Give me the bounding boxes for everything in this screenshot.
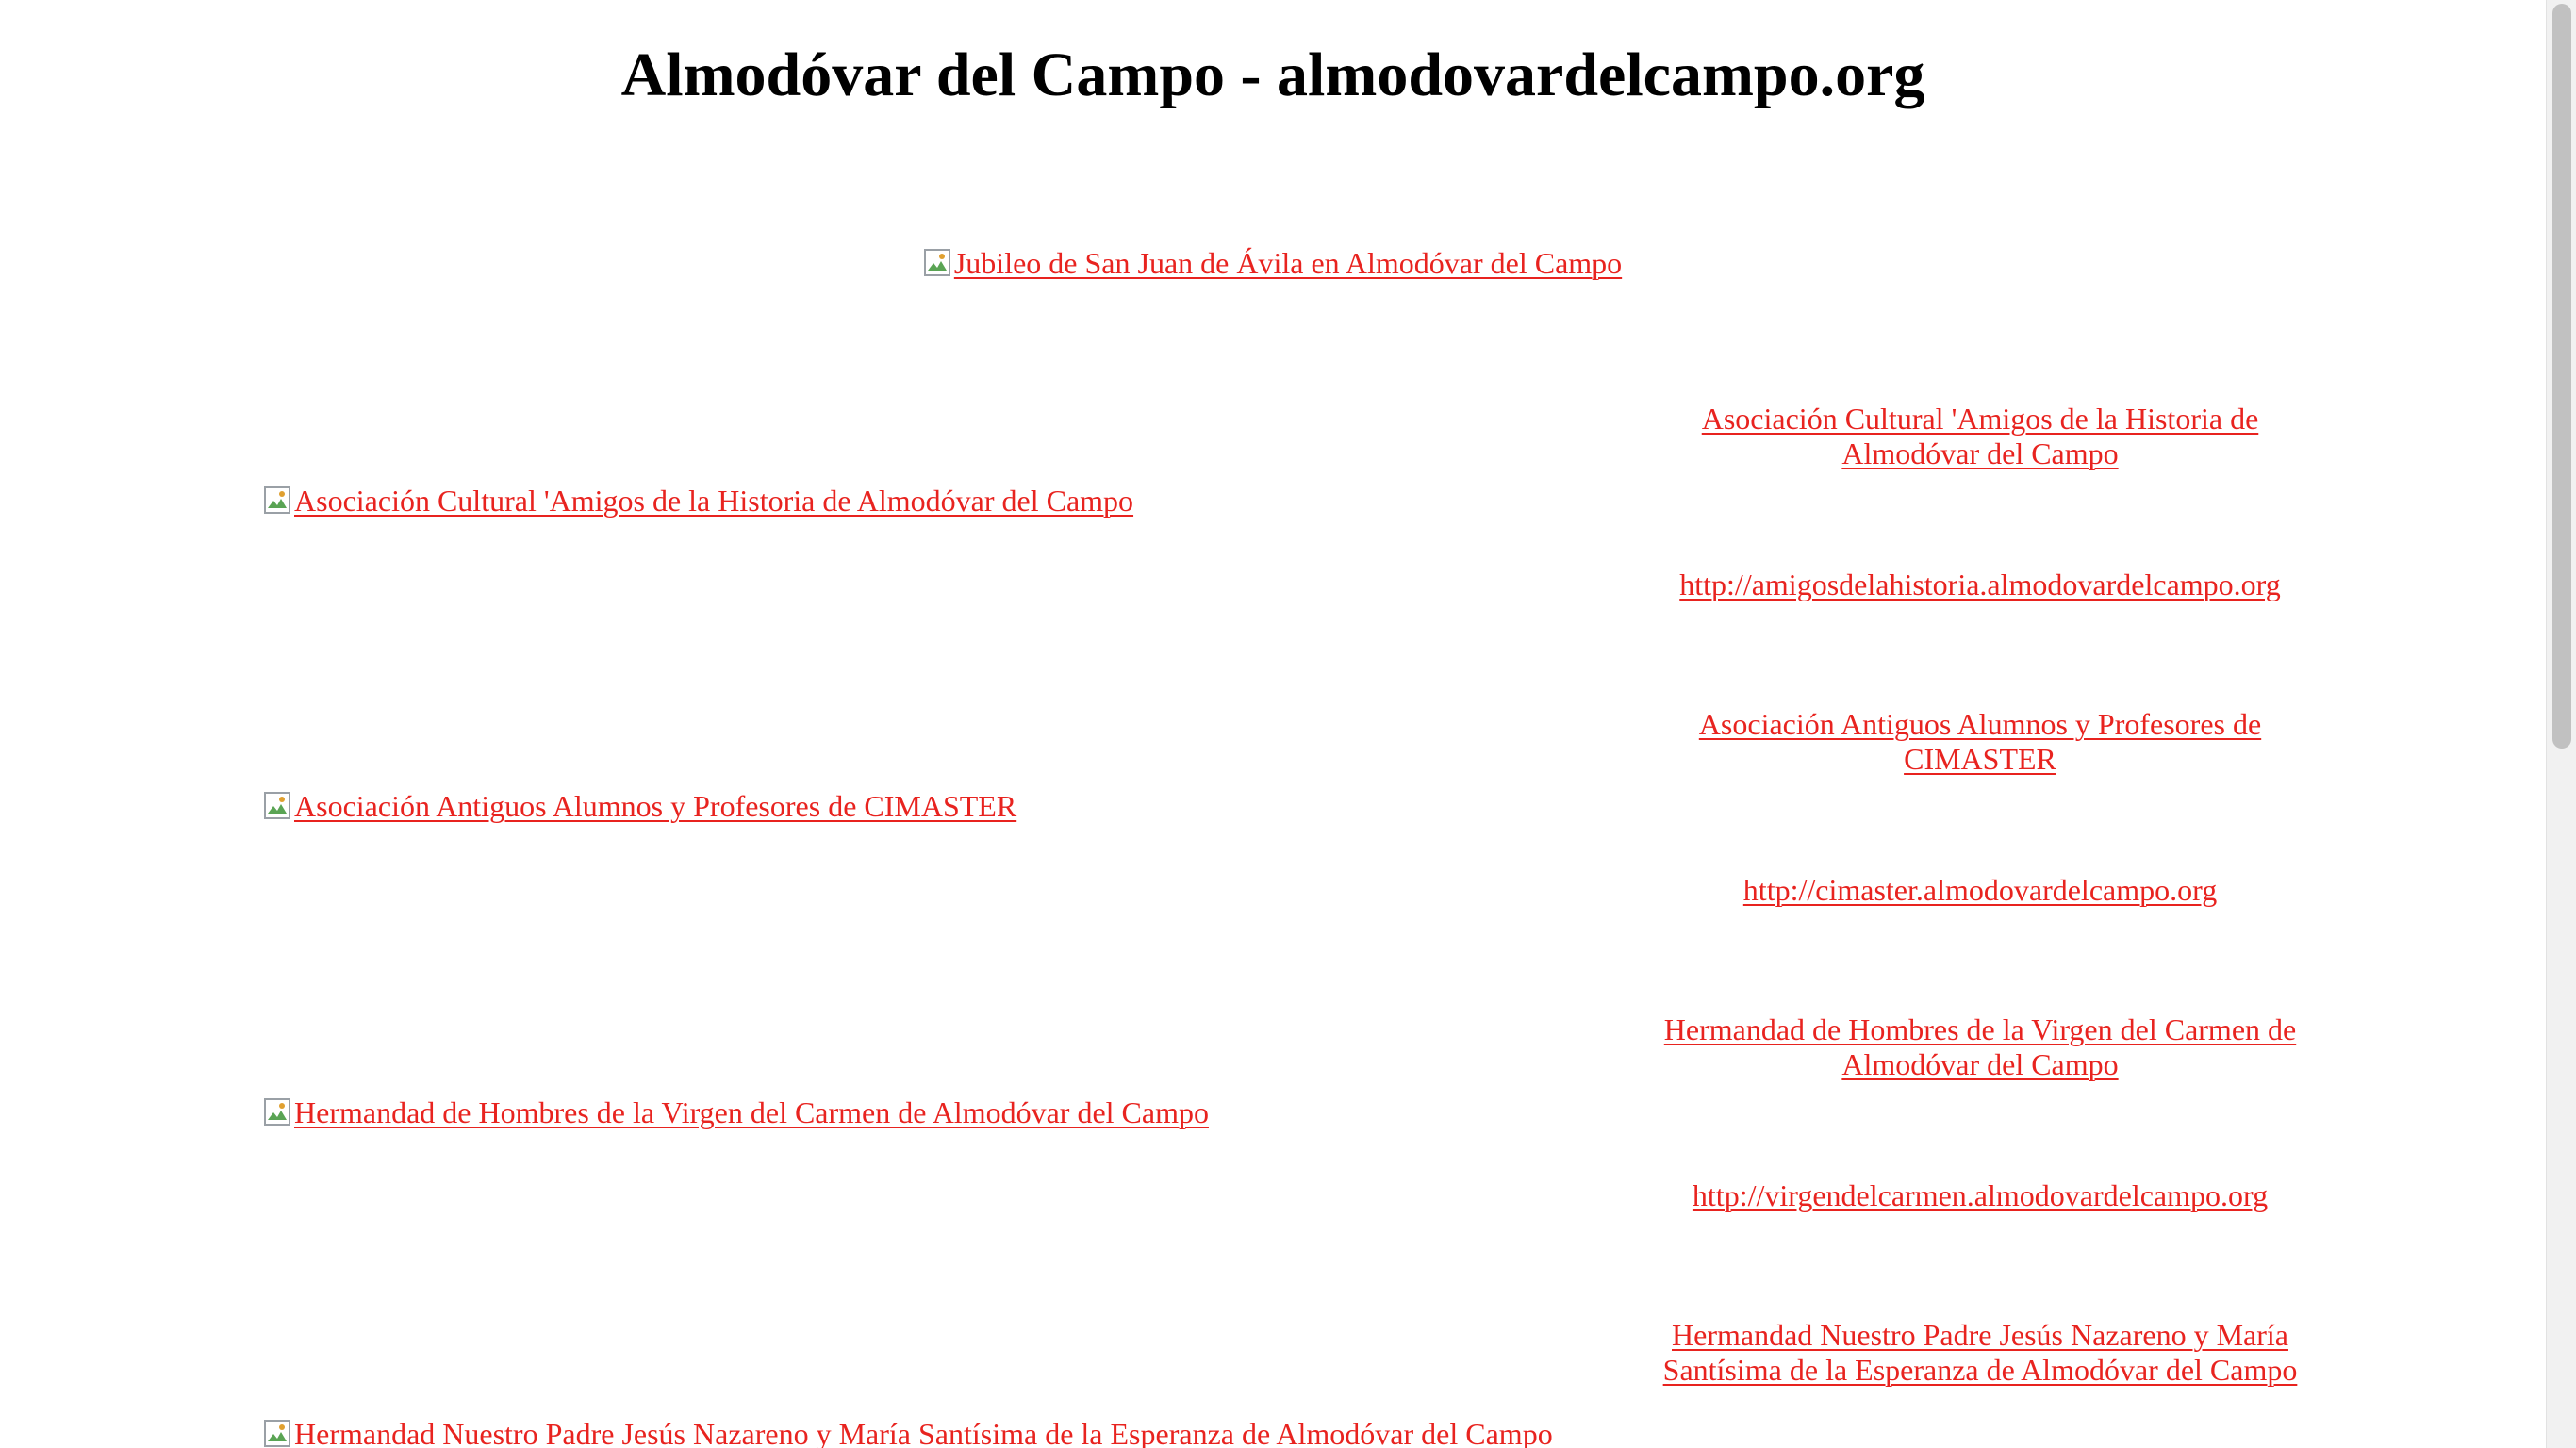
vertical-scrollbar[interactable] bbox=[2546, 0, 2576, 1448]
entry-image-link-cimaster[interactable]: Asociación Antiguos Alumnos y Profesores… bbox=[264, 789, 1016, 823]
entry-title: Hermandad Nuestro Padre Jesús Nazareno y… bbox=[1660, 1318, 2301, 1388]
entry-url: http://amigosdelahistoria.almodovardelca… bbox=[1603, 566, 2357, 603]
entry-title-link-jesus-nazareno[interactable]: Hermandad Nuestro Padre Jesús Nazareno y… bbox=[1663, 1318, 2298, 1387]
broken-image-icon bbox=[923, 249, 952, 277]
page-title: Almodóvar del Campo - almodovardelcampo.… bbox=[620, 41, 1925, 109]
entry-image-link-jesus-nazareno[interactable]: Hermandad Nuestro Padre Jesús Nazareno y… bbox=[264, 1417, 1553, 1448]
entry-url-link-virgen-carmen[interactable]: http://virgendelcarmen.almodovardelcampo… bbox=[1693, 1178, 2268, 1212]
entry-url: http://virgendelcarmen.almodovardelcampo… bbox=[1603, 1176, 2357, 1214]
broken-image-icon bbox=[264, 1420, 292, 1448]
banner-link[interactable]: Jubileo de San Juan de Ávila en Almodóva… bbox=[923, 246, 1623, 280]
entry-url-link-cimaster[interactable]: http://cimaster.almodovardelcampo.org bbox=[1743, 873, 2217, 907]
banner-alt-text: Jubileo de San Juan de Ávila en Almodóva… bbox=[953, 246, 1623, 280]
banner: Jubileo de San Juan de Ávila en Almodóva… bbox=[0, 239, 2546, 287]
page: Almodóvar del Campo - almodovardelcampo.… bbox=[0, 0, 2546, 1448]
entry-title: Asociación Cultural 'Amigos de la Histor… bbox=[1660, 402, 2301, 471]
broken-image-icon bbox=[264, 486, 292, 515]
entry-title-link-virgen-carmen[interactable]: Hermandad de Hombres de la Virgen del Ca… bbox=[1664, 1012, 2296, 1081]
entry-image-link-virgen-carmen[interactable]: Hermandad de Hombres de la Virgen del Ca… bbox=[264, 1095, 1209, 1129]
entry-title: Asociación Antiguos Alumnos y Profesores… bbox=[1660, 707, 2301, 777]
entry-url: http://cimaster.almodovardelcampo.org bbox=[1603, 871, 2357, 909]
entry-image-link: Hermandad Nuestro Padre Jesús Nazareno y… bbox=[264, 1410, 1553, 1448]
entry-title-link-amigos-historia[interactable]: Asociación Cultural 'Amigos de la Histor… bbox=[1702, 402, 2259, 470]
entry-image-alt: Asociación Antiguos Alumnos y Profesores… bbox=[294, 789, 1017, 823]
entry-url-link-amigos-historia[interactable]: http://amigosdelahistoria.almodovardelca… bbox=[1679, 568, 2280, 601]
entry-image-alt: Asociación Cultural 'Amigos de la Histor… bbox=[294, 484, 1134, 518]
entry-image-link: Asociación Antiguos Alumnos y Profesores… bbox=[264, 782, 1016, 830]
entry-image-alt: Hermandad Nuestro Padre Jesús Nazareno y… bbox=[294, 1417, 1553, 1448]
entry-title-link-cimaster[interactable]: Asociación Antiguos Alumnos y Profesores… bbox=[1699, 707, 2261, 776]
entry-image-link: Asociación Cultural 'Amigos de la Histor… bbox=[264, 477, 1133, 524]
entry-title: Hermandad de Hombres de la Virgen del Ca… bbox=[1660, 1012, 2301, 1082]
scrollbar-thumb[interactable] bbox=[2552, 4, 2571, 749]
broken-image-icon bbox=[264, 792, 292, 820]
broken-image-icon bbox=[264, 1098, 292, 1127]
entry-image-link-amigos-historia[interactable]: Asociación Cultural 'Amigos de la Histor… bbox=[264, 484, 1133, 518]
entry-image-alt: Hermandad de Hombres de la Virgen del Ca… bbox=[294, 1095, 1209, 1129]
entry-image-link: Hermandad de Hombres de la Virgen del Ca… bbox=[264, 1089, 1209, 1136]
